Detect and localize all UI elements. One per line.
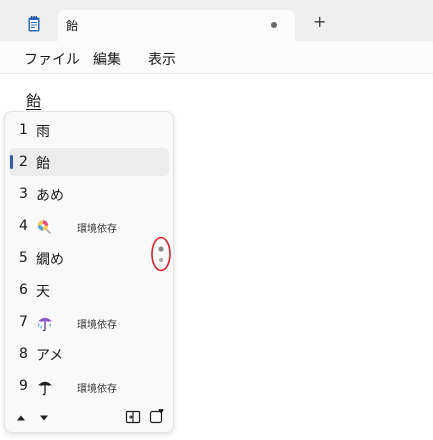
candy-emoji-icon <box>37 220 51 234</box>
page-up-icon[interactable] <box>13 410 29 426</box>
ime-candidate-window: 1 雨 2 飴 3 あめ 4 環境依存 5 繝め 6 天 7 環境依存 8 アメ… <box>4 111 174 433</box>
table-view-icon[interactable] <box>125 409 141 425</box>
umbrella-rain-emoji-icon <box>37 317 53 332</box>
candidate-text: 天 <box>36 284 50 300</box>
candidate-note: 環境依存 <box>77 224 117 235</box>
candidate-9[interactable]: 9 環境依存 <box>9 372 169 400</box>
candidate-4[interactable]: 4 環境依存 <box>9 212 169 240</box>
notepad-app-icon <box>28 16 40 32</box>
candidate-number: 5 <box>19 250 28 266</box>
scroll-indicator[interactable] <box>151 236 171 272</box>
scroll-dot-active <box>158 246 164 252</box>
candidate-text: 飴 <box>36 156 50 172</box>
menu-edit[interactable]: 編集 <box>93 49 121 69</box>
candidate-text: 雨 <box>36 124 50 140</box>
page-down-icon[interactable] <box>36 410 52 426</box>
candidate-5[interactable]: 5 繝め <box>9 244 169 272</box>
candidate-6[interactable]: 6 天 <box>9 276 169 304</box>
notepad-window: 飴 + ファイル 編集 表示 飴 1 雨 2 飴 3 あめ 4 環境依存 5 繝… <box>0 0 433 440</box>
highlight-circle <box>151 236 171 272</box>
menu-file[interactable]: ファイル <box>24 49 80 69</box>
document-tab[interactable]: 飴 <box>58 10 295 41</box>
selection-indicator <box>10 155 13 169</box>
composition-text: 飴 <box>26 92 42 110</box>
candidate-text: あめ <box>36 188 64 204</box>
candidate-number: 2 <box>19 154 28 170</box>
candidate-number: 3 <box>19 186 28 202</box>
scroll-dot <box>159 258 163 262</box>
candidate-7[interactable]: 7 環境依存 <box>9 308 169 336</box>
candidate-note: 環境依存 <box>77 384 117 395</box>
candidate-number: 7 <box>19 314 28 330</box>
candidate-note: 環境依存 <box>77 320 117 331</box>
unsaved-dot-icon[interactable] <box>271 22 277 28</box>
candidate-number: 4 <box>19 218 28 234</box>
candidate-8[interactable]: 8 アメ <box>9 340 169 368</box>
emoji-favorite-icon[interactable] <box>149 408 165 424</box>
tab-title: 飴 <box>66 19 79 33</box>
candidate-2[interactable]: 2 飴 <box>9 148 169 176</box>
candidate-text: 繝め <box>36 252 64 268</box>
menu-view[interactable]: 表示 <box>148 49 176 69</box>
candidate-number: 9 <box>19 378 28 394</box>
candidate-number: 6 <box>19 282 28 298</box>
menu-bar: ファイル 編集 表示 <box>0 41 433 74</box>
candidate-1[interactable]: 1 雨 <box>9 116 169 144</box>
candidate-number: 8 <box>19 346 28 362</box>
candidate-3[interactable]: 3 あめ <box>9 180 169 208</box>
new-tab-plus-icon[interactable]: + <box>313 14 326 30</box>
title-bar: 飴 + <box>0 0 433 41</box>
candidate-text: アメ <box>36 348 64 364</box>
candidate-number: 1 <box>19 122 28 138</box>
umbrella-emoji-icon <box>37 381 53 396</box>
